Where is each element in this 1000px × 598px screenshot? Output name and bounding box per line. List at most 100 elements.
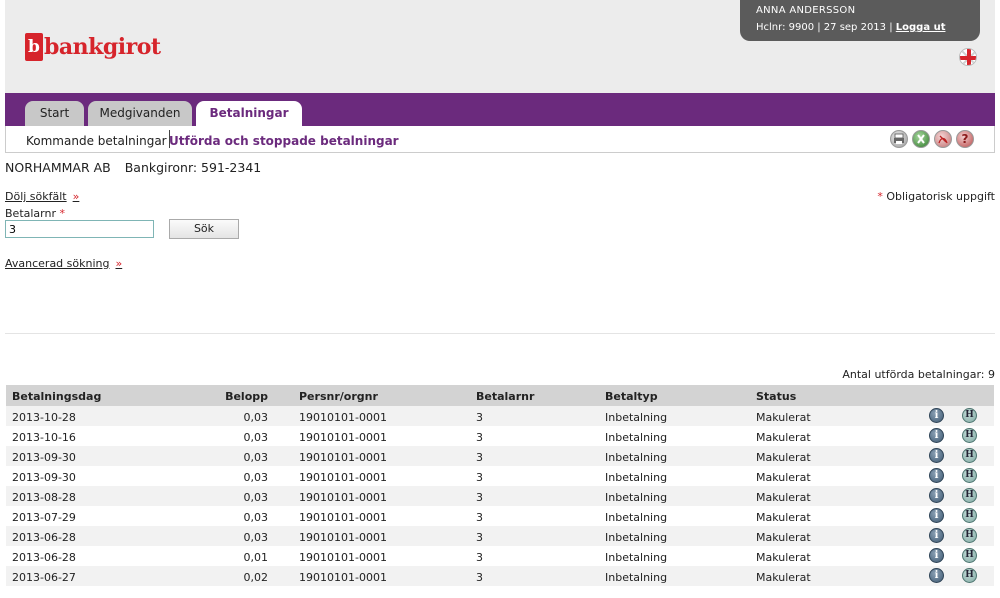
cell-persnr: 19010101-0001 (299, 451, 387, 464)
section-divider (5, 333, 995, 334)
cell-amount: 0,03 (243, 471, 269, 484)
cell-date: 2013-10-16 (12, 431, 76, 444)
table-row: 2013-10-16 0,03 19010101-0001 3 Inbetalning M… (6, 426, 994, 446)
sub-navigation: Kommande betalningar Utförda och stoppad… (5, 126, 995, 153)
table-row: 2013-09-30 0,03 19010101-0001 3 Inbetalning M… (6, 446, 994, 466)
required-asterisk: * (59, 207, 66, 220)
cell-date: 2013-09-30 (12, 451, 76, 464)
column-header-date[interactable]: Betalningsdag (12, 390, 101, 403)
cell-payer: 3 (476, 451, 483, 464)
history-icon[interactable]: H (962, 568, 977, 583)
info-icon[interactable]: i (929, 548, 944, 563)
advanced-search-link[interactable]: Avancerad sökning » (5, 257, 122, 270)
info-icon[interactable]: i (929, 568, 944, 583)
cell-type: Inbetalning (605, 511, 668, 524)
chevron-right-icon: » (115, 257, 123, 270)
help-icon[interactable]: ? (956, 130, 974, 148)
cell-payer: 3 (476, 471, 483, 484)
column-header-type[interactable]: Betaltyp (605, 390, 658, 403)
search-button[interactable]: Sök (169, 219, 239, 239)
tab-start[interactable]: Start (25, 101, 84, 126)
cell-date: 2013-10-28 (12, 411, 76, 424)
excel-icon[interactable] (912, 130, 930, 148)
payer-number-label: Betalarnr * (5, 207, 65, 220)
cell-payer: 3 (476, 511, 483, 524)
column-header-status[interactable]: Status (756, 390, 796, 403)
cell-date: 2013-08-28 (12, 491, 76, 504)
pdf-icon[interactable] (934, 130, 952, 148)
tab-medgivanden[interactable]: Medgivanden (88, 101, 192, 126)
table-row: 2013-06-28 0,03 19010101-0001 3 Inbetalning M… (6, 526, 994, 546)
advanced-search-label: Avancerad sökning (5, 257, 110, 270)
payer-number-input[interactable] (5, 220, 154, 238)
bankgirot-logo[interactable]: b bankgirot (25, 32, 161, 62)
payer-number-label-text: Betalarnr (5, 207, 56, 220)
tab-betalningar[interactable]: Betalningar (196, 101, 302, 126)
history-icon[interactable]: H (962, 528, 977, 543)
cell-persnr: 19010101-0001 (299, 411, 387, 424)
result-count: Antal utförda betalningar: 9 (842, 368, 995, 381)
mandatory-text: Obligatorisk uppgift (886, 190, 995, 203)
cell-date: 2013-07-29 (12, 511, 76, 524)
column-header-amount[interactable]: Belopp (225, 390, 268, 403)
info-icon[interactable]: i (929, 428, 944, 443)
cell-status: Makulerat (756, 471, 811, 484)
info-icon[interactable]: i (929, 508, 944, 523)
cell-type: Inbetalning (605, 471, 668, 484)
table-row: 2013-10-28 0,03 19010101-0001 3 Inbetalning M… (6, 406, 994, 426)
column-header-payer[interactable]: Betalarnr (476, 390, 534, 403)
history-icon[interactable]: H (962, 548, 977, 563)
history-icon[interactable]: H (962, 408, 977, 423)
cell-persnr: 19010101-0001 (299, 431, 387, 444)
info-icon[interactable]: i (929, 488, 944, 503)
cell-payer: 3 (476, 531, 483, 544)
cell-status: Makulerat (756, 411, 811, 424)
payments-table: Betalningsdag Belopp Persnr/orgnr Betala… (6, 385, 994, 586)
subnav-utforda-betalningar[interactable]: Utförda och stoppade betalningar (169, 134, 399, 148)
cell-persnr: 19010101-0001 (299, 511, 387, 524)
table-row: 2013-06-28 0,01 19010101-0001 3 Inbetalning M… (6, 546, 994, 566)
cell-amount: 0,03 (243, 531, 269, 544)
user-details: Hclnr: 9900 | 27 sep 2013 | Logga ut (756, 22, 980, 33)
cell-persnr: 19010101-0001 (299, 551, 387, 564)
page-header: b bankgirot ANNA ANDERSSON Hclnr: 9900 |… (5, 0, 995, 93)
info-icon[interactable]: i (929, 528, 944, 543)
chevron-right-icon: » (72, 190, 80, 203)
cell-payer: 3 (476, 411, 483, 424)
user-info-text: Hclnr: 9900 | 27 sep 2013 | (756, 22, 893, 33)
cell-status: Makulerat (756, 431, 811, 444)
logo-text: bankgirot (44, 34, 161, 60)
cell-payer: 3 (476, 491, 483, 504)
history-icon[interactable]: H (962, 488, 977, 503)
cell-type: Inbetalning (605, 431, 668, 444)
column-header-persnr[interactable]: Persnr/orgnr (299, 390, 378, 403)
subnav-kommande-betalningar[interactable]: Kommande betalningar (26, 134, 167, 148)
company-info: NORHAMMAR AB Bankgironr: 591-2341 (5, 160, 271, 175)
cell-amount: 0,03 (243, 411, 269, 424)
history-icon[interactable]: H (962, 468, 977, 483)
table-row: 2013-09-30 0,03 19010101-0001 3 Inbetalning M… (6, 466, 994, 486)
main-navigation: Start Medgivanden Betalningar (5, 93, 995, 126)
history-icon[interactable]: H (962, 508, 977, 523)
info-icon[interactable]: i (929, 408, 944, 423)
table-row: 2013-06-27 0,02 19010101-0001 3 Inbetalning M… (6, 566, 994, 586)
logout-link[interactable]: Logga ut (896, 22, 946, 33)
print-icon[interactable] (890, 130, 908, 148)
cell-type: Inbetalning (605, 411, 668, 424)
history-icon[interactable]: H (962, 448, 977, 463)
info-icon[interactable]: i (929, 468, 944, 483)
uk-flag-icon[interactable] (959, 48, 977, 66)
cell-amount: 0,03 (243, 491, 269, 504)
cell-payer: 3 (476, 571, 483, 584)
table-row: 2013-08-28 0,03 19010101-0001 3 Inbetalning M… (6, 486, 994, 506)
hide-search-fields-link[interactable]: Dölj sökfält » (5, 190, 79, 203)
history-icon[interactable]: H (962, 428, 977, 443)
cell-persnr: 19010101-0001 (299, 471, 387, 484)
cell-amount: 0,02 (243, 571, 269, 584)
cell-amount: 0,03 (243, 451, 269, 464)
info-icon[interactable]: i (929, 448, 944, 463)
table-header: Betalningsdag Belopp Persnr/orgnr Betala… (6, 385, 994, 406)
cell-amount: 0,01 (243, 551, 269, 564)
cell-type: Inbetalning (605, 451, 668, 464)
user-name: ANNA ANDERSSON (756, 5, 856, 16)
